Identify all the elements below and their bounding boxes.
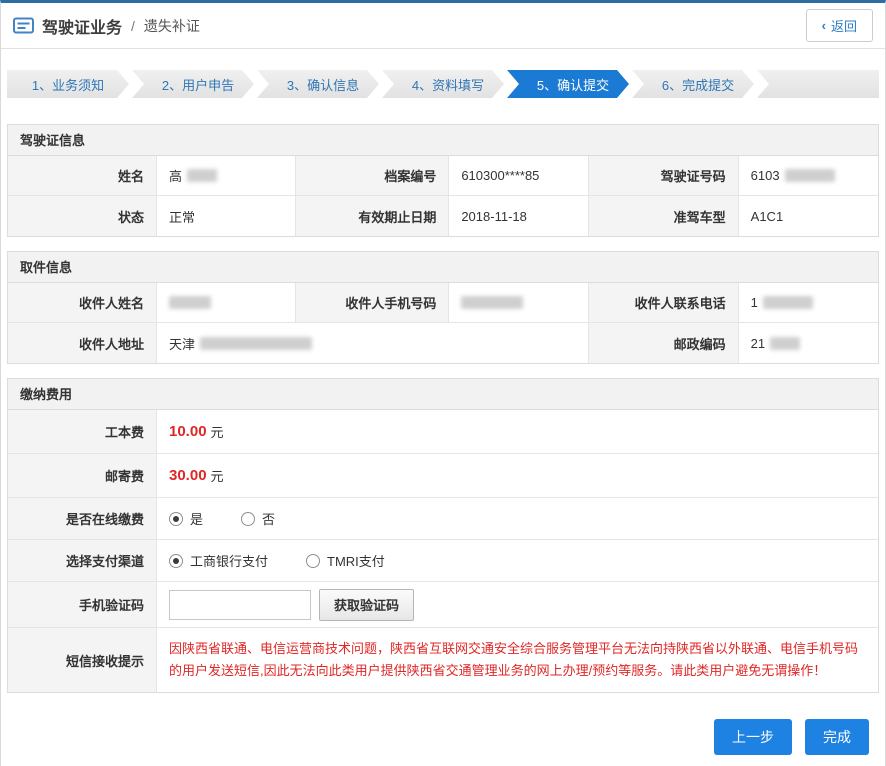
- radio-label: 工商银行支付: [190, 551, 268, 570]
- vehicle-type-label: 准驾车型: [589, 196, 739, 236]
- footer-actions: 上一步 完成: [17, 719, 869, 755]
- sms-notice-text: 因陕西省联通、电信运营商技术问题，陕西省互联网交通安全综合服务管理平台无法向持陕…: [169, 638, 866, 682]
- finish-button[interactable]: 完成: [805, 719, 869, 755]
- radio-circle-icon: [241, 512, 255, 526]
- page-title: 驾驶证业务: [42, 14, 122, 38]
- sms-notice-text-cell: 因陕西省联通、电信运营商技术问题，陕西省互联网交通安全综合服务管理平台无法向持陕…: [157, 628, 878, 692]
- file-number-label: 档案编号: [296, 156, 449, 196]
- previous-step-button[interactable]: 上一步: [714, 719, 792, 755]
- payment-section: 缴纳费用 工本费 10.00 元 邮寄费 30.00 元 是否在线缴费: [7, 378, 879, 693]
- payment-channel-label: 选择支付渠道: [8, 540, 157, 582]
- pickup-info-title: 取件信息: [8, 252, 878, 283]
- online-payment-label: 是否在线缴费: [8, 498, 157, 540]
- status-value: 正常: [157, 196, 296, 236]
- status-label: 状态: [8, 196, 157, 236]
- breadcrumb-current: 遗失补证: [144, 16, 200, 36]
- step-6-complete-submit[interactable]: 6、完成提交: [632, 70, 754, 98]
- step-label: 6、完成提交: [662, 75, 734, 94]
- fee-unit: 元: [211, 422, 224, 441]
- mailing-fee-label: 邮寄费: [8, 454, 157, 498]
- pickup-info-table: 收件人姓名 收件人手机号码 收件人联系电话 1 收件人地址 天津 邮政编码 21: [8, 283, 878, 363]
- radio-channel-icbc[interactable]: 工商银行支付: [169, 551, 268, 570]
- recipient-address-label: 收件人地址: [8, 323, 157, 363]
- step-nav-filler: [757, 70, 879, 98]
- radio-online-yes[interactable]: 是: [169, 509, 203, 528]
- step-label: 4、资料填写: [412, 75, 484, 94]
- step-1-business-notice[interactable]: 1、业务须知: [7, 70, 129, 98]
- mailing-fee-value: 30.00 元: [157, 454, 878, 498]
- pickup-info-section: 取件信息 收件人姓名 收件人手机号码 收件人联系电话 1 收件人地址 天津 邮政…: [7, 251, 879, 364]
- step-4-fill-data[interactable]: 4、资料填写: [382, 70, 504, 98]
- radio-channel-tmri[interactable]: TMRI支付: [306, 551, 385, 570]
- radio-circle-icon: [306, 554, 320, 568]
- recipient-address-value: 天津: [157, 323, 589, 363]
- redacted-value: [763, 296, 813, 309]
- recipient-phone-label: 收件人联系电话: [589, 283, 739, 323]
- payment-table: 工本费 10.00 元 邮寄费 30.00 元 是否在线缴费 是: [8, 410, 878, 692]
- fee-amount: 30.00: [169, 467, 207, 484]
- radio-label: 是: [190, 509, 203, 528]
- license-info-title: 驾驶证信息: [8, 125, 878, 156]
- expiry-label: 有效期止日期: [296, 196, 449, 236]
- captcha-row: 获取验证码: [157, 582, 878, 628]
- fee-unit: 元: [211, 466, 224, 485]
- redacted-value: [785, 169, 835, 182]
- breadcrumb: 驾驶证业务 / 遗失补证: [13, 14, 200, 38]
- license-info-table: 姓名 高 档案编号 610300****85 驾驶证号码 6103 状态 正常 …: [8, 156, 878, 236]
- step-nav: 1、业务须知 2、用户申告 3、确认信息 4、资料填写 5、确认提交 6、完成提…: [7, 70, 879, 98]
- vehicle-type-value: A1C1: [739, 196, 878, 236]
- name-label: 姓名: [8, 156, 157, 196]
- back-chevron-icon: ‹: [822, 19, 826, 32]
- redacted-value: [169, 296, 211, 309]
- online-payment-options: 是 否: [157, 498, 878, 540]
- step-3-confirm-info[interactable]: 3、确认信息: [257, 70, 379, 98]
- payment-title: 缴纳费用: [8, 379, 878, 410]
- expiry-value: 2018-11-18: [449, 196, 588, 236]
- step-label: 3、确认信息: [287, 75, 359, 94]
- step-label: 1、业务须知: [32, 75, 104, 94]
- recipient-name-label: 收件人姓名: [8, 283, 157, 323]
- license-number-value: 6103: [739, 156, 878, 196]
- production-fee-value: 10.00 元: [157, 410, 878, 454]
- step-2-user-declaration[interactable]: 2、用户申告: [132, 70, 254, 98]
- redacted-value: [770, 337, 800, 350]
- step-label: 2、用户申告: [162, 75, 234, 94]
- back-button[interactable]: ‹ 返回: [806, 9, 873, 42]
- captcha-input[interactable]: [169, 590, 311, 620]
- breadcrumb-separator: /: [131, 18, 135, 34]
- main-content: 驾驶证信息 姓名 高 档案编号 610300****85 驾驶证号码 6103 …: [7, 124, 879, 755]
- production-fee-label: 工本费: [8, 410, 157, 454]
- radio-circle-icon: [169, 554, 183, 568]
- fee-amount: 10.00: [169, 423, 207, 440]
- step-5-confirm-submit[interactable]: 5、确认提交: [507, 70, 629, 98]
- redacted-value: [200, 337, 312, 350]
- radio-online-no[interactable]: 否: [241, 509, 275, 528]
- file-number-value: 610300****85: [449, 156, 588, 196]
- captcha-label: 手机验证码: [8, 582, 157, 628]
- payment-channel-options: 工商银行支付 TMRI支付: [157, 540, 878, 582]
- name-value: 高: [157, 156, 296, 196]
- license-number-label: 驾驶证号码: [589, 156, 739, 196]
- redacted-value: [461, 296, 523, 309]
- step-label: 5、确认提交: [537, 75, 609, 94]
- recipient-mobile-value: [449, 283, 588, 323]
- zip-code-label: 邮政编码: [589, 323, 739, 363]
- radio-label: TMRI支付: [327, 551, 385, 570]
- license-form-icon: [13, 17, 34, 34]
- get-captcha-button[interactable]: 获取验证码: [319, 589, 414, 621]
- header-bar: 驾驶证业务 / 遗失补证 ‹ 返回: [1, 3, 885, 49]
- radio-label: 否: [262, 509, 275, 528]
- license-info-section: 驾驶证信息 姓名 高 档案编号 610300****85 驾驶证号码 6103 …: [7, 124, 879, 237]
- radio-circle-icon: [169, 512, 183, 526]
- sms-notice-label: 短信接收提示: [8, 628, 157, 692]
- redacted-value: [187, 169, 217, 182]
- recipient-name-value: [157, 283, 296, 323]
- recipient-mobile-label: 收件人手机号码: [296, 283, 449, 323]
- recipient-phone-value: 1: [739, 283, 878, 323]
- zip-code-value: 21: [739, 323, 878, 363]
- back-label: 返回: [831, 16, 857, 35]
- page: 驾驶证业务 / 遗失补证 ‹ 返回 1、业务须知 2、用户申告 3、确认信息 4…: [0, 0, 886, 766]
